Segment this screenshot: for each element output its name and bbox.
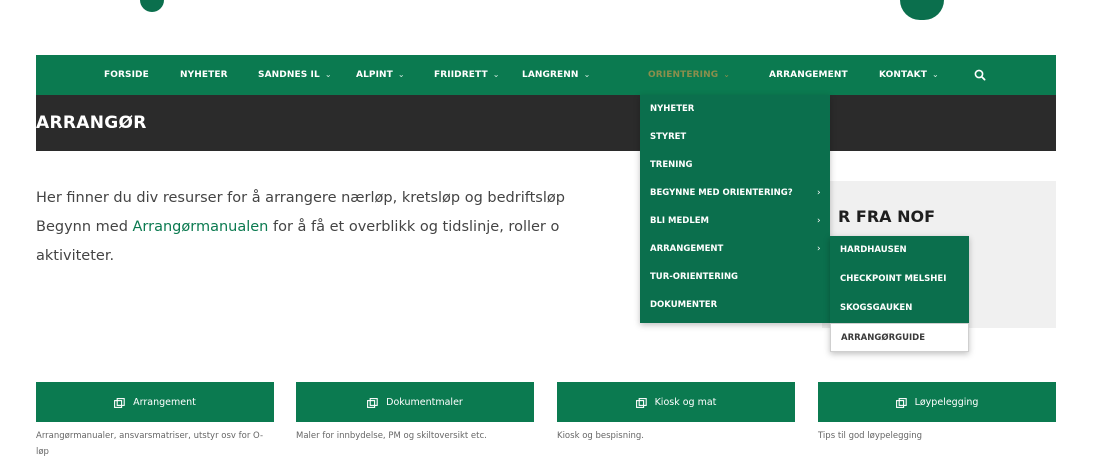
orientering-dropdown: NYHETER STYRET TRENING BEGYNNE MED ORIEN… [640, 95, 830, 323]
card-label: Arrangement [133, 396, 196, 408]
card-label: Løypelegging [914, 396, 979, 408]
logo-fragment [900, 0, 944, 20]
intro-line: Begynn med Arrangørmanualen for å få et … [36, 219, 560, 235]
card-description: Tips til god løypelegging [818, 431, 923, 441]
chevron-right-icon: › [817, 188, 821, 198]
subdropdown-item-arrangorguide[interactable]: ARRANGØRGUIDE [830, 323, 969, 352]
nav-item-arrangement[interactable]: ARRANGEMENT [769, 55, 848, 95]
dropdown-item-dokumenter[interactable]: DOKUMENTER [650, 291, 717, 319]
nav-item-langrenn[interactable]: LANGRENN ⌄ [522, 55, 590, 95]
page-title: ARRANGØR [36, 113, 147, 133]
arrangement-subdropdown: HARDHAUSEN CHECKPOINT MELSHEI SKOGSGAUKE… [830, 236, 969, 352]
main-nav: FORSIDE NYHETER SANDNES IL ⌄ ALPINT ⌄ FRII… [36, 55, 1056, 95]
intro-text: Her finner du div resurser for å arrange… [36, 184, 676, 271]
dropdown-item-begynne[interactable]: BEGYNNE MED ORIENTERING? [650, 179, 793, 207]
page-header: ARRANGØR [36, 95, 1056, 151]
chevron-right-icon: › [817, 244, 821, 254]
dropdown-item-arrangement[interactable]: ARRANGEMENT [650, 235, 723, 263]
chevron-down-icon: ⌄ [397, 70, 405, 79]
external-link-icon [367, 393, 378, 412]
subdropdown-item-checkpoint-melshei[interactable]: CHECKPOINT MELSHEI [840, 265, 946, 294]
card-button-kiosk-og-mat[interactable]: Kiosk og mat [557, 382, 795, 422]
chevron-right-icon: › [817, 216, 821, 226]
chevron-down-icon: ⌄ [583, 70, 591, 79]
intro-line: Her finner du div resurser for å arrange… [36, 190, 565, 206]
card-button-arrangement[interactable]: Arrangement [36, 382, 274, 422]
nav-item-nyheter[interactable]: NYHETER [180, 55, 228, 95]
nav-item-alpint[interactable]: ALPINT ⌄ [356, 55, 405, 95]
chevron-down-icon: ⌄ [324, 70, 332, 79]
sidebar-box-title: R FRA NOF [838, 207, 936, 226]
nav-item-forside[interactable]: FORSIDE [104, 55, 149, 95]
card-description: Maler for innbydelse, PM og skiltoversik… [296, 431, 487, 441]
chevron-down-icon: ⌄ [723, 70, 731, 79]
chevron-down-icon: ⌄ [492, 70, 500, 79]
intro-line: aktiviteter. [36, 248, 115, 264]
card-button-loypelegging[interactable]: Løypelegging [818, 382, 1056, 422]
nav-item-orientering[interactable]: ORIENTERING ⌄ [648, 55, 730, 95]
dropdown-item-trening[interactable]: TRENING [650, 151, 693, 179]
dropdown-item-tur-orientering[interactable]: TUR-ORIENTERING [650, 263, 738, 291]
card-label: Dokumentmaler [386, 396, 463, 408]
subdropdown-item-hardhausen[interactable]: HARDHAUSEN [840, 236, 907, 265]
subdropdown-item-skogsgauken[interactable]: SKOGSGAUKEN [840, 294, 912, 323]
card-button-dokumentmaler[interactable]: Dokumentmaler [296, 382, 534, 422]
dropdown-item-bli-medlem[interactable]: BLI MEDLEM [650, 207, 709, 235]
card-description: Arrangørmanualer, ansvarsmatriser, utsty… [36, 431, 264, 457]
nav-item-sandnes-il[interactable]: SANDNES IL ⌄ [258, 55, 332, 95]
card-description: Kiosk og bespisning. [557, 431, 644, 441]
dropdown-item-nyheter[interactable]: NYHETER [650, 95, 694, 123]
chevron-down-icon: ⌄ [931, 70, 939, 79]
nav-item-kontakt[interactable]: KONTAKT ⌄ [879, 55, 939, 95]
search-icon[interactable] [972, 55, 988, 95]
external-link-icon [895, 393, 907, 412]
external-link-icon [635, 393, 647, 412]
nav-item-friidrett[interactable]: FRIIDRETT ⌄ [434, 55, 500, 95]
logo-fragment [140, 0, 164, 12]
card-label: Kiosk og mat [654, 396, 717, 408]
external-link-icon [114, 393, 125, 412]
arrangormanual-link[interactable]: Arrangørmanualen [133, 219, 269, 235]
dropdown-item-styret[interactable]: STYRET [650, 123, 686, 151]
